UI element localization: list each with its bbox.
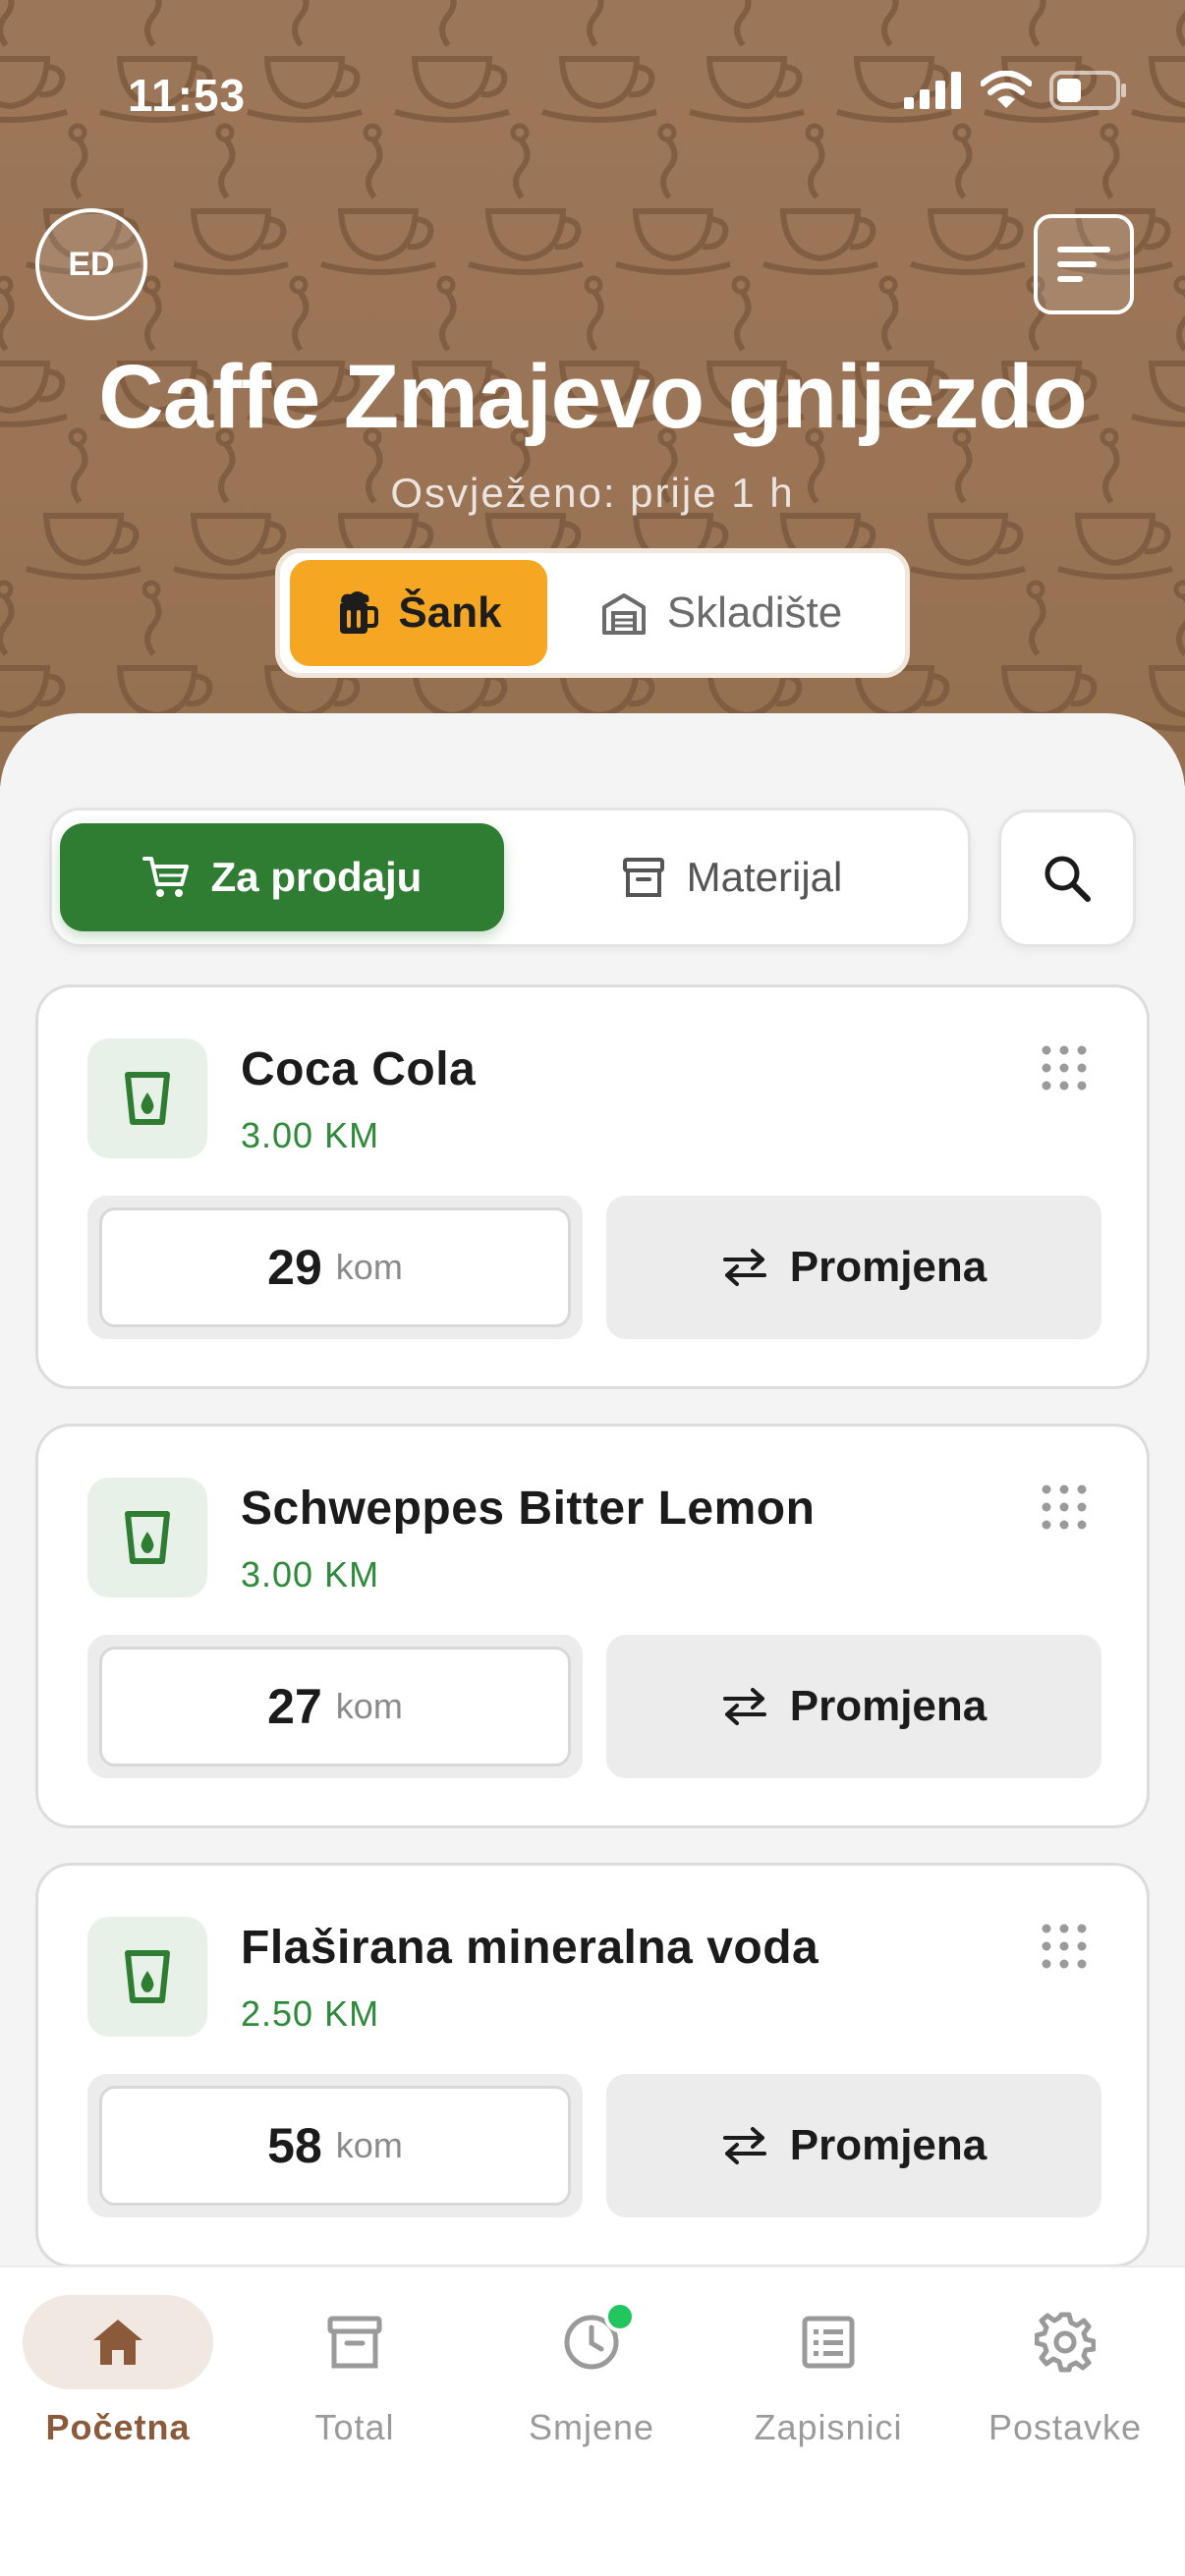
nav-label: Zapisnici <box>754 2407 903 2447</box>
change-button-label: Promjena <box>789 1243 988 1291</box>
nav-pill <box>23 2295 213 2389</box>
gear-icon <box>1035 2312 1096 2373</box>
swap-arrows-icon <box>722 1688 766 1725</box>
swap-arrows-icon <box>722 2127 766 2164</box>
sort-menu-button[interactable] <box>1034 214 1134 314</box>
drink-cup-icon <box>87 1478 207 1597</box>
nav-item-postavke[interactable]: Postavke <box>967 2295 1163 2448</box>
quantity-box[interactable]: 58 kom <box>99 2086 571 2206</box>
drag-handle-icon[interactable] <box>1041 1044 1088 1092</box>
page-title: Caffe Zmajevo gnijezdo <box>98 347 1088 447</box>
nav-label: Postavke <box>988 2407 1143 2447</box>
home-icon <box>93 2320 142 2365</box>
nav-item-zapisnici[interactable]: Zapisnici <box>730 2295 927 2448</box>
beer-mug-icon <box>340 591 379 634</box>
mode-toggle: Za prodaju Materijal <box>49 808 971 947</box>
warehouse-icon <box>601 593 646 635</box>
change-button-label: Promjena <box>789 1682 988 1730</box>
drag-handle-icon[interactable] <box>1041 1923 1088 1970</box>
drink-cup-icon <box>87 1917 207 2037</box>
search-icon <box>1044 856 1091 902</box>
product-name: Schweppes Bitter Lemon <box>241 1483 816 1535</box>
quantity-value: 29 <box>267 1240 322 1295</box>
nav-label: Total <box>314 2407 395 2447</box>
archive-icon <box>327 2316 382 2369</box>
tab-skladiste[interactable]: Skladište <box>547 560 895 666</box>
quantity-box[interactable]: 29 kom <box>99 1207 571 1327</box>
drink-cup-icon <box>87 1038 207 1158</box>
quantity-unit: kom <box>335 2125 403 2165</box>
product-name: Coca Cola <box>241 1043 477 1095</box>
product-price: 2.50 KM <box>241 1993 380 2034</box>
nav-label: Početna <box>45 2407 191 2447</box>
refresh-status: Osvježeno: prije 1 h <box>390 470 795 516</box>
nav-item-pocetna[interactable]: Početna <box>20 2295 216 2448</box>
product-card[interactable]: Schweppes Bitter Lemon 3.00 KM 27 kom Pr… <box>35 1424 1150 1828</box>
change-button[interactable]: Promjena <box>606 1635 1101 1778</box>
product-card[interactable]: Coca Cola 3.00 KM 29 kom Promjena <box>35 984 1150 1389</box>
tab-sank-label: Šank <box>398 588 502 637</box>
drag-handle-icon[interactable] <box>1041 1484 1088 1531</box>
quantity-value: 27 <box>267 1679 322 1734</box>
status-icons <box>904 71 1128 110</box>
signal-icon <box>904 72 961 109</box>
notification-badge <box>604 2301 636 2332</box>
swap-arrows-icon <box>722 1249 766 1286</box>
nav-pill <box>496 2295 687 2389</box>
cart-icon <box>141 857 189 897</box>
quantity-unit: kom <box>335 1247 403 1287</box>
product-name: Flaširana mineralna voda <box>241 1922 819 1974</box>
product-card[interactable]: Flaširana mineralna voda 2.50 KM 58 kom … <box>35 1863 1150 2268</box>
quantity-unit: kom <box>335 1686 403 1726</box>
bottom-nav: Početna Total Smjene Zapisnici Postavke <box>0 2266 1185 2576</box>
product-price: 3.00 KM <box>241 1115 380 1155</box>
nav-pill <box>733 2295 924 2389</box>
archive-box-icon <box>622 858 664 897</box>
nav-item-total[interactable]: Total <box>256 2295 453 2448</box>
tab-sank[interactable]: Šank <box>290 560 547 666</box>
tab-za-prodaju[interactable]: Za prodaju <box>60 823 504 931</box>
nav-item-smjene[interactable]: Smjene <box>493 2295 690 2448</box>
wifi-icon <box>981 71 1032 108</box>
quantity-value: 58 <box>267 2118 322 2173</box>
sort-lines-icon <box>1057 247 1110 282</box>
status-time: 11:53 <box>128 70 247 121</box>
header: 11:53 ED Caffe Zmajevo gnijezdo Osvježen… <box>0 0 1185 786</box>
battery-icon <box>1049 71 1126 110</box>
quantity-field[interactable]: 58 kom <box>87 2074 583 2217</box>
tab-skladiste-label: Skladište <box>666 588 843 637</box>
quantity-box[interactable]: 27 kom <box>99 1647 571 1766</box>
tab-materijal-label: Materijal <box>686 854 843 900</box>
tab-za-prodaju-label: Za prodaju <box>210 854 423 900</box>
nav-label: Smjene <box>528 2407 655 2447</box>
change-button[interactable]: Promjena <box>606 2074 1101 2217</box>
location-toggle: Šank Skladište <box>275 548 910 678</box>
change-button-label: Promjena <box>789 2121 988 2169</box>
nav-pill <box>259 2295 450 2389</box>
app-screen: 11:53 ED Caffe Zmajevo gnijezdo Osvježen… <box>0 0 1185 2576</box>
product-price: 3.00 KM <box>241 1554 380 1595</box>
quantity-field[interactable]: 29 kom <box>87 1196 583 1339</box>
quantity-field[interactable]: 27 kom <box>87 1635 583 1778</box>
tab-materijal[interactable]: Materijal <box>504 823 960 931</box>
change-button[interactable]: Promjena <box>606 1196 1101 1339</box>
avatar[interactable]: ED <box>35 208 147 320</box>
search-button[interactable] <box>998 810 1136 947</box>
list-icon <box>802 2316 855 2369</box>
nav-pill <box>970 2295 1160 2389</box>
